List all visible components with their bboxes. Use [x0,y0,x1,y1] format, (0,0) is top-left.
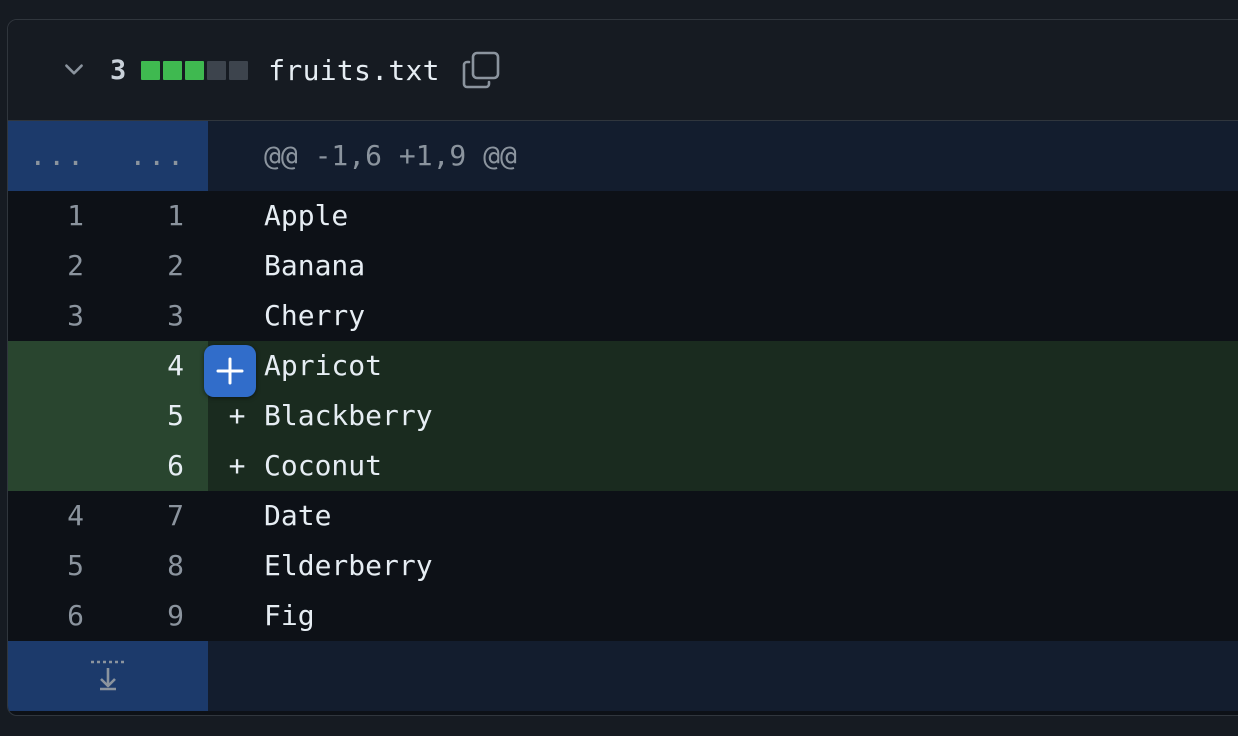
diff-marker [208,591,264,641]
diff-marker [208,491,264,541]
new-line-number[interactable]: 4 [108,341,208,391]
code-line: Elderberry [264,549,433,582]
diff-marker [208,541,264,591]
code-line: Banana [264,249,366,282]
old-line-number[interactable] [8,441,108,491]
code-line: Cherry [264,299,366,332]
old-line-number[interactable]: 2 [8,241,108,291]
context-line-row: 1 1 Apple [8,191,1238,241]
add-comment-button[interactable] [204,345,256,397]
old-line-number[interactable]: 6 [8,591,108,641]
new-line-number[interactable]: 6 [108,441,208,491]
expand-down-icon [91,660,125,691]
new-line-number[interactable]: 5 [108,391,208,441]
context-line-row: 4 7 Date [8,491,1238,541]
hunk-header: @@ -1,6 +1,9 @@ [264,139,517,172]
old-line-number[interactable]: 3 [8,291,108,341]
expand-down-button[interactable] [8,641,208,711]
diffstat [141,60,249,80]
code-line: Fig [264,599,315,632]
added-line-row: 4+Apricot [8,341,1238,397]
file-name[interactable]: fruits.txt [268,54,440,87]
diffstat-square [207,60,227,80]
added-line-row: 5 + Blackberry [8,391,1238,441]
context-line-row: 6 9 Fig [8,591,1238,641]
diffstat-square [141,60,161,80]
diff-marker: + [228,399,246,432]
plus-icon [216,357,244,385]
collapse-toggle[interactable] [60,56,88,84]
diff-body: ... ... @@ -1,6 +1,9 @@ 1 1 Apple 2 2 Banana 3… [8,121,1238,711]
diff-marker: + [228,449,246,482]
copy-path-button[interactable] [460,49,502,91]
diff-marker [208,291,264,341]
file-header: 3 fruits.txt [8,20,1238,121]
expand-up-new[interactable]: ... [108,121,208,191]
diffstat-square [163,60,183,80]
old-line-number[interactable] [8,391,108,441]
chevron-down-icon [65,64,83,75]
diff-file: 3 fruits.txt ... ... @@ -1,6 +1,9 @@ 11 A… [7,19,1238,716]
hunk-marker [208,121,264,191]
new-line-number[interactable]: 2 [108,241,208,291]
new-line-number[interactable]: 7 [108,491,208,541]
expand-row [8,641,1238,711]
code-line: Apple [264,199,349,232]
diff-marker [208,241,264,291]
expand-up-old[interactable]: ... [8,121,108,191]
new-line-number[interactable]: 8 [108,541,208,591]
context-line-row: 2 2 Banana [8,241,1238,291]
old-line-number[interactable]: 5 [8,541,108,591]
old-line-number[interactable]: 4 [8,491,108,541]
new-line-number[interactable]: 9 [108,591,208,641]
diffstat-square [229,60,249,80]
code-line: Coconut [264,449,383,482]
context-line-row: 3 3 Cherry [8,291,1238,341]
code-line: Date [264,499,332,532]
new-line-number[interactable]: 3 [108,291,208,341]
old-line-number[interactable] [8,341,108,391]
changes-count: 3 [110,54,127,86]
context-line-row: 5 8 Elderberry [8,541,1238,591]
diff-marker [208,191,264,241]
new-line-number[interactable]: 1 [108,191,208,241]
old-line-number[interactable]: 1 [8,191,108,241]
code-line: Blackberry [264,399,433,432]
diffstat-square [185,60,205,80]
hunk-header-row: ... ... @@ -1,6 +1,9 @@ [8,121,1238,191]
copy-icon [462,51,500,89]
added-line-row: 6 + Coconut [8,441,1238,491]
code-line: Apricot [264,349,383,382]
